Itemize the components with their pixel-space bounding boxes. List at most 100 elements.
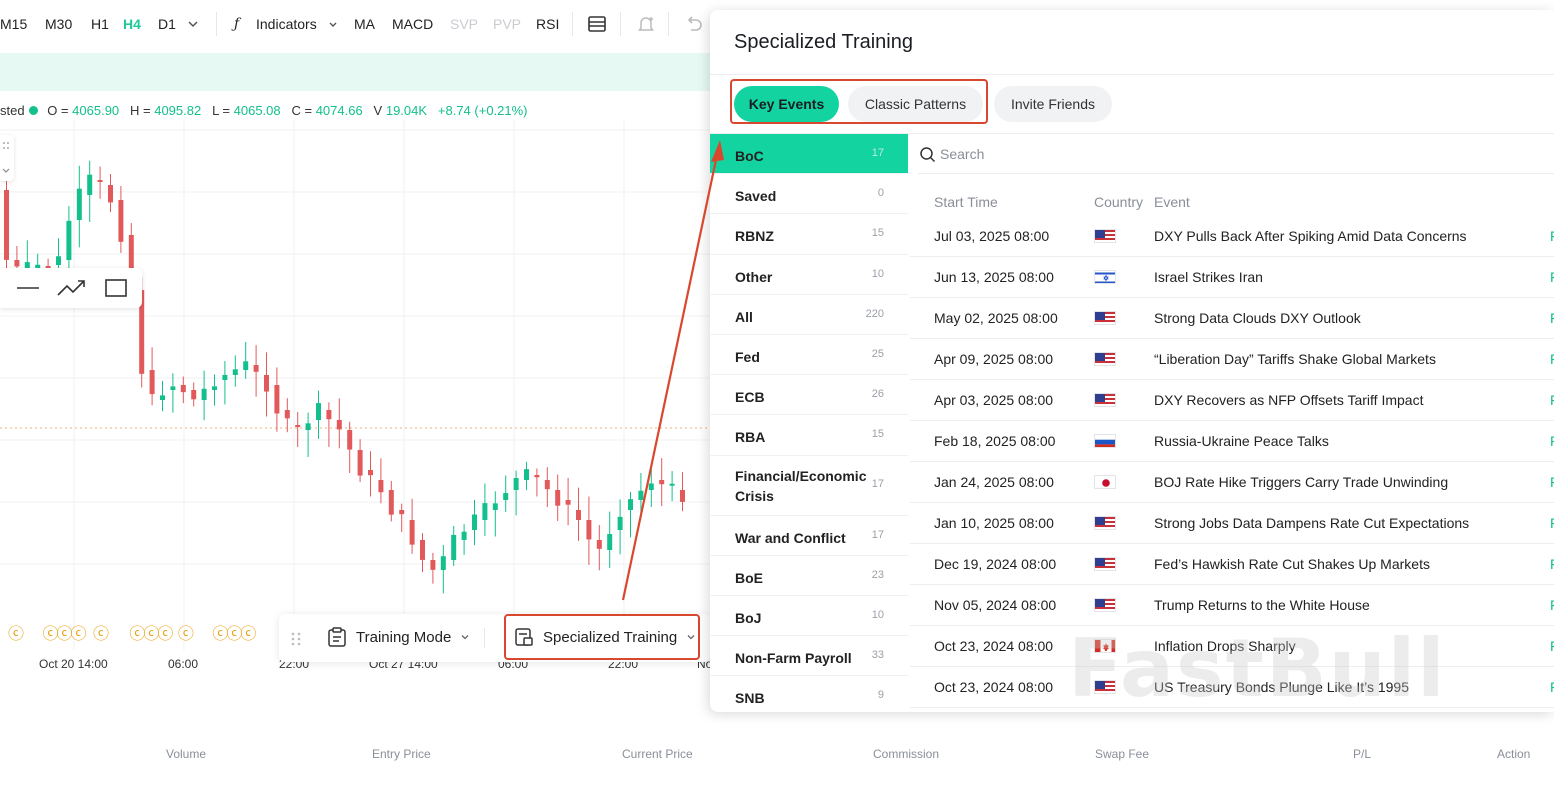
category-item[interactable]: War and Conflict 17	[710, 516, 908, 556]
candle-body	[305, 423, 311, 430]
event-row[interactable]: Apr 09, 2025 08:00 “Liberation Day” Tarif…	[910, 339, 1554, 380]
event-row[interactable]: Jan 10, 2025 08:00 Strong Jobs Data Dampe…	[910, 503, 1554, 544]
trend-line-icon[interactable]	[56, 276, 88, 300]
candle-body	[336, 420, 342, 430]
timeframe-m15[interactable]: M15	[0, 16, 27, 32]
row-action[interactable]: F	[1550, 638, 1554, 654]
event-markers[interactable]: ⓒ ⓒⓒⓒ ⓒ ⓒⓒⓒ ⓒ ⓒⓒⓒ ⓒ	[8, 620, 303, 644]
event-title: Strong Jobs Data Dampens Rate Cut Expect…	[1154, 515, 1470, 531]
row-action[interactable]: F	[1550, 310, 1554, 326]
status-label: sted	[0, 103, 25, 118]
chevron-down-icon	[461, 635, 469, 640]
category-count: 9	[877, 689, 884, 702]
row-action[interactable]: F	[1550, 433, 1554, 449]
indicators-button[interactable]: Indicators	[256, 16, 317, 32]
row-action[interactable]: F	[1550, 228, 1554, 244]
event-row[interactable]: Jul 03, 2025 08:00 DXY Pulls Back After S…	[910, 216, 1554, 257]
event-row[interactable]: Jan 24, 2025 08:00 BOJ Rate Hike Triggers…	[910, 462, 1554, 503]
category-label: BoJ	[735, 609, 762, 626]
x-axis-label: 06:00	[168, 657, 199, 671]
event-marker-icon[interactable]: ⓒ	[93, 626, 109, 643]
indicator-macd[interactable]: MACD	[392, 16, 433, 32]
row-action[interactable]: F	[1550, 351, 1554, 367]
event-row[interactable]: Jun 13, 2025 08:00 Israel Strikes Iran F	[910, 257, 1554, 298]
candle-body	[4, 190, 9, 260]
event-row[interactable]: May 02, 2025 08:00 Strong Data Clouds DXY…	[910, 298, 1554, 339]
alert-bell-icon[interactable]	[634, 12, 658, 36]
indicator-rsi[interactable]: RSI	[536, 16, 559, 32]
category-item[interactable]: RBNZ 15	[710, 214, 908, 255]
row-action[interactable]: F	[1550, 474, 1554, 490]
event-marker-icon[interactable]: ⓒⓒⓒ	[212, 626, 256, 643]
event-marker-icon[interactable]: ⓒⓒⓒ	[129, 626, 173, 643]
category-item[interactable]: Fed 25	[710, 335, 908, 376]
drawing-toolbar-handle[interactable]	[0, 135, 14, 181]
row-action[interactable]: F	[1550, 556, 1554, 572]
rectangle-tool-icon[interactable]	[104, 277, 128, 299]
event-search[interactable]: Search	[918, 134, 1554, 174]
horizontal-line-icon[interactable]	[14, 276, 42, 300]
category-count: 17	[871, 477, 884, 490]
volume-label: V	[373, 103, 383, 118]
indicator-pvp[interactable]: PVP	[493, 16, 521, 32]
candle-body	[316, 403, 321, 420]
row-action[interactable]: F	[1550, 679, 1554, 695]
timeframe-h4[interactable]: H4	[123, 16, 141, 32]
category-item[interactable]: Other 10	[710, 255, 908, 295]
candlestick-chart[interactable]	[0, 120, 710, 650]
event-row[interactable]: Nov 05, 2024 08:00 Trump Returns to the W…	[910, 585, 1554, 626]
col-event: Event	[1154, 194, 1190, 210]
candle-body	[524, 469, 529, 480]
event-marker-icon[interactable]: ⓒⓒⓒ	[42, 626, 86, 643]
timeframe-d1[interactable]: D1	[158, 16, 176, 32]
layout-icon[interactable]	[585, 12, 609, 36]
category-count: 23	[871, 568, 884, 581]
event-start-time: Oct 23, 2024 08:00	[934, 679, 1054, 695]
chevron-down-icon[interactable]	[181, 12, 205, 36]
training-mode-button[interactable]: Training Mode	[326, 626, 471, 648]
category-item[interactable]: ECB 26	[710, 375, 908, 416]
row-action[interactable]: F	[1550, 392, 1554, 408]
event-row[interactable]: Feb 18, 2025 08:00 Russia-Ukraine Peace T…	[910, 421, 1554, 462]
row-action[interactable]: F	[1550, 515, 1554, 531]
category-count: 33	[871, 649, 884, 662]
event-marker-icon[interactable]: ⓒ	[8, 626, 24, 643]
event-row[interactable]: Apr 03, 2025 08:00 DXY Recovers as NFP Of…	[910, 380, 1554, 421]
category-item[interactable]: Saved 0	[710, 174, 908, 215]
category-item[interactable]: RBA 15	[710, 415, 908, 456]
category-item[interactable]: BoJ 10	[710, 596, 908, 637]
category-item[interactable]: BoC 17	[710, 134, 908, 175]
category-label: BoC	[735, 148, 764, 164]
category-label: RBNZ	[735, 228, 774, 245]
timeframe-h1[interactable]: H1	[91, 16, 109, 32]
timeframe-m30[interactable]: M30	[45, 16, 72, 32]
col-start-time: Start Time	[934, 194, 998, 210]
row-action[interactable]: F	[1550, 597, 1554, 613]
candle-body	[76, 188, 82, 220]
category-label: BoE	[735, 569, 763, 586]
category-item[interactable]: All 220	[710, 295, 908, 335]
event-title: BOJ Rate Hike Triggers Carry Trade Unwin…	[1154, 474, 1449, 490]
event-start-time: Jan 10, 2025 08:00	[934, 515, 1054, 531]
drag-handle-icon[interactable]	[289, 630, 303, 648]
category-item[interactable]: SNB 9	[710, 676, 908, 712]
undo-icon[interactable]	[682, 12, 706, 36]
close-label: C =	[291, 103, 313, 118]
row-action[interactable]: F	[1550, 269, 1554, 285]
change-value: +8.74 (+0.21%)	[437, 103, 528, 118]
panel-title: Specialized Training	[734, 31, 913, 53]
chevron-down-icon[interactable]	[321, 12, 345, 36]
high-label: H =	[130, 103, 151, 118]
category-item[interactable]: Financial/Economic Crisis 17	[710, 456, 908, 516]
indicator-ma[interactable]: MA	[354, 16, 375, 32]
category-item[interactable]: BoE 23	[710, 556, 908, 596]
event-marker-icon[interactable]: ⓒ	[178, 626, 194, 643]
toolbar-divider	[572, 12, 573, 36]
candle-body	[264, 375, 269, 392]
tab-invite-friends[interactable]: Invite Friends	[994, 86, 1112, 122]
status-dot-icon	[28, 106, 38, 115]
category-item[interactable]: Non-Farm Payroll 33	[710, 636, 908, 677]
indicator-svp[interactable]: SVP	[450, 16, 478, 32]
candle-body	[284, 410, 290, 419]
event-row[interactable]: Dec 19, 2024 08:00 Fed’s Hawkish Rate Cut…	[910, 544, 1554, 585]
